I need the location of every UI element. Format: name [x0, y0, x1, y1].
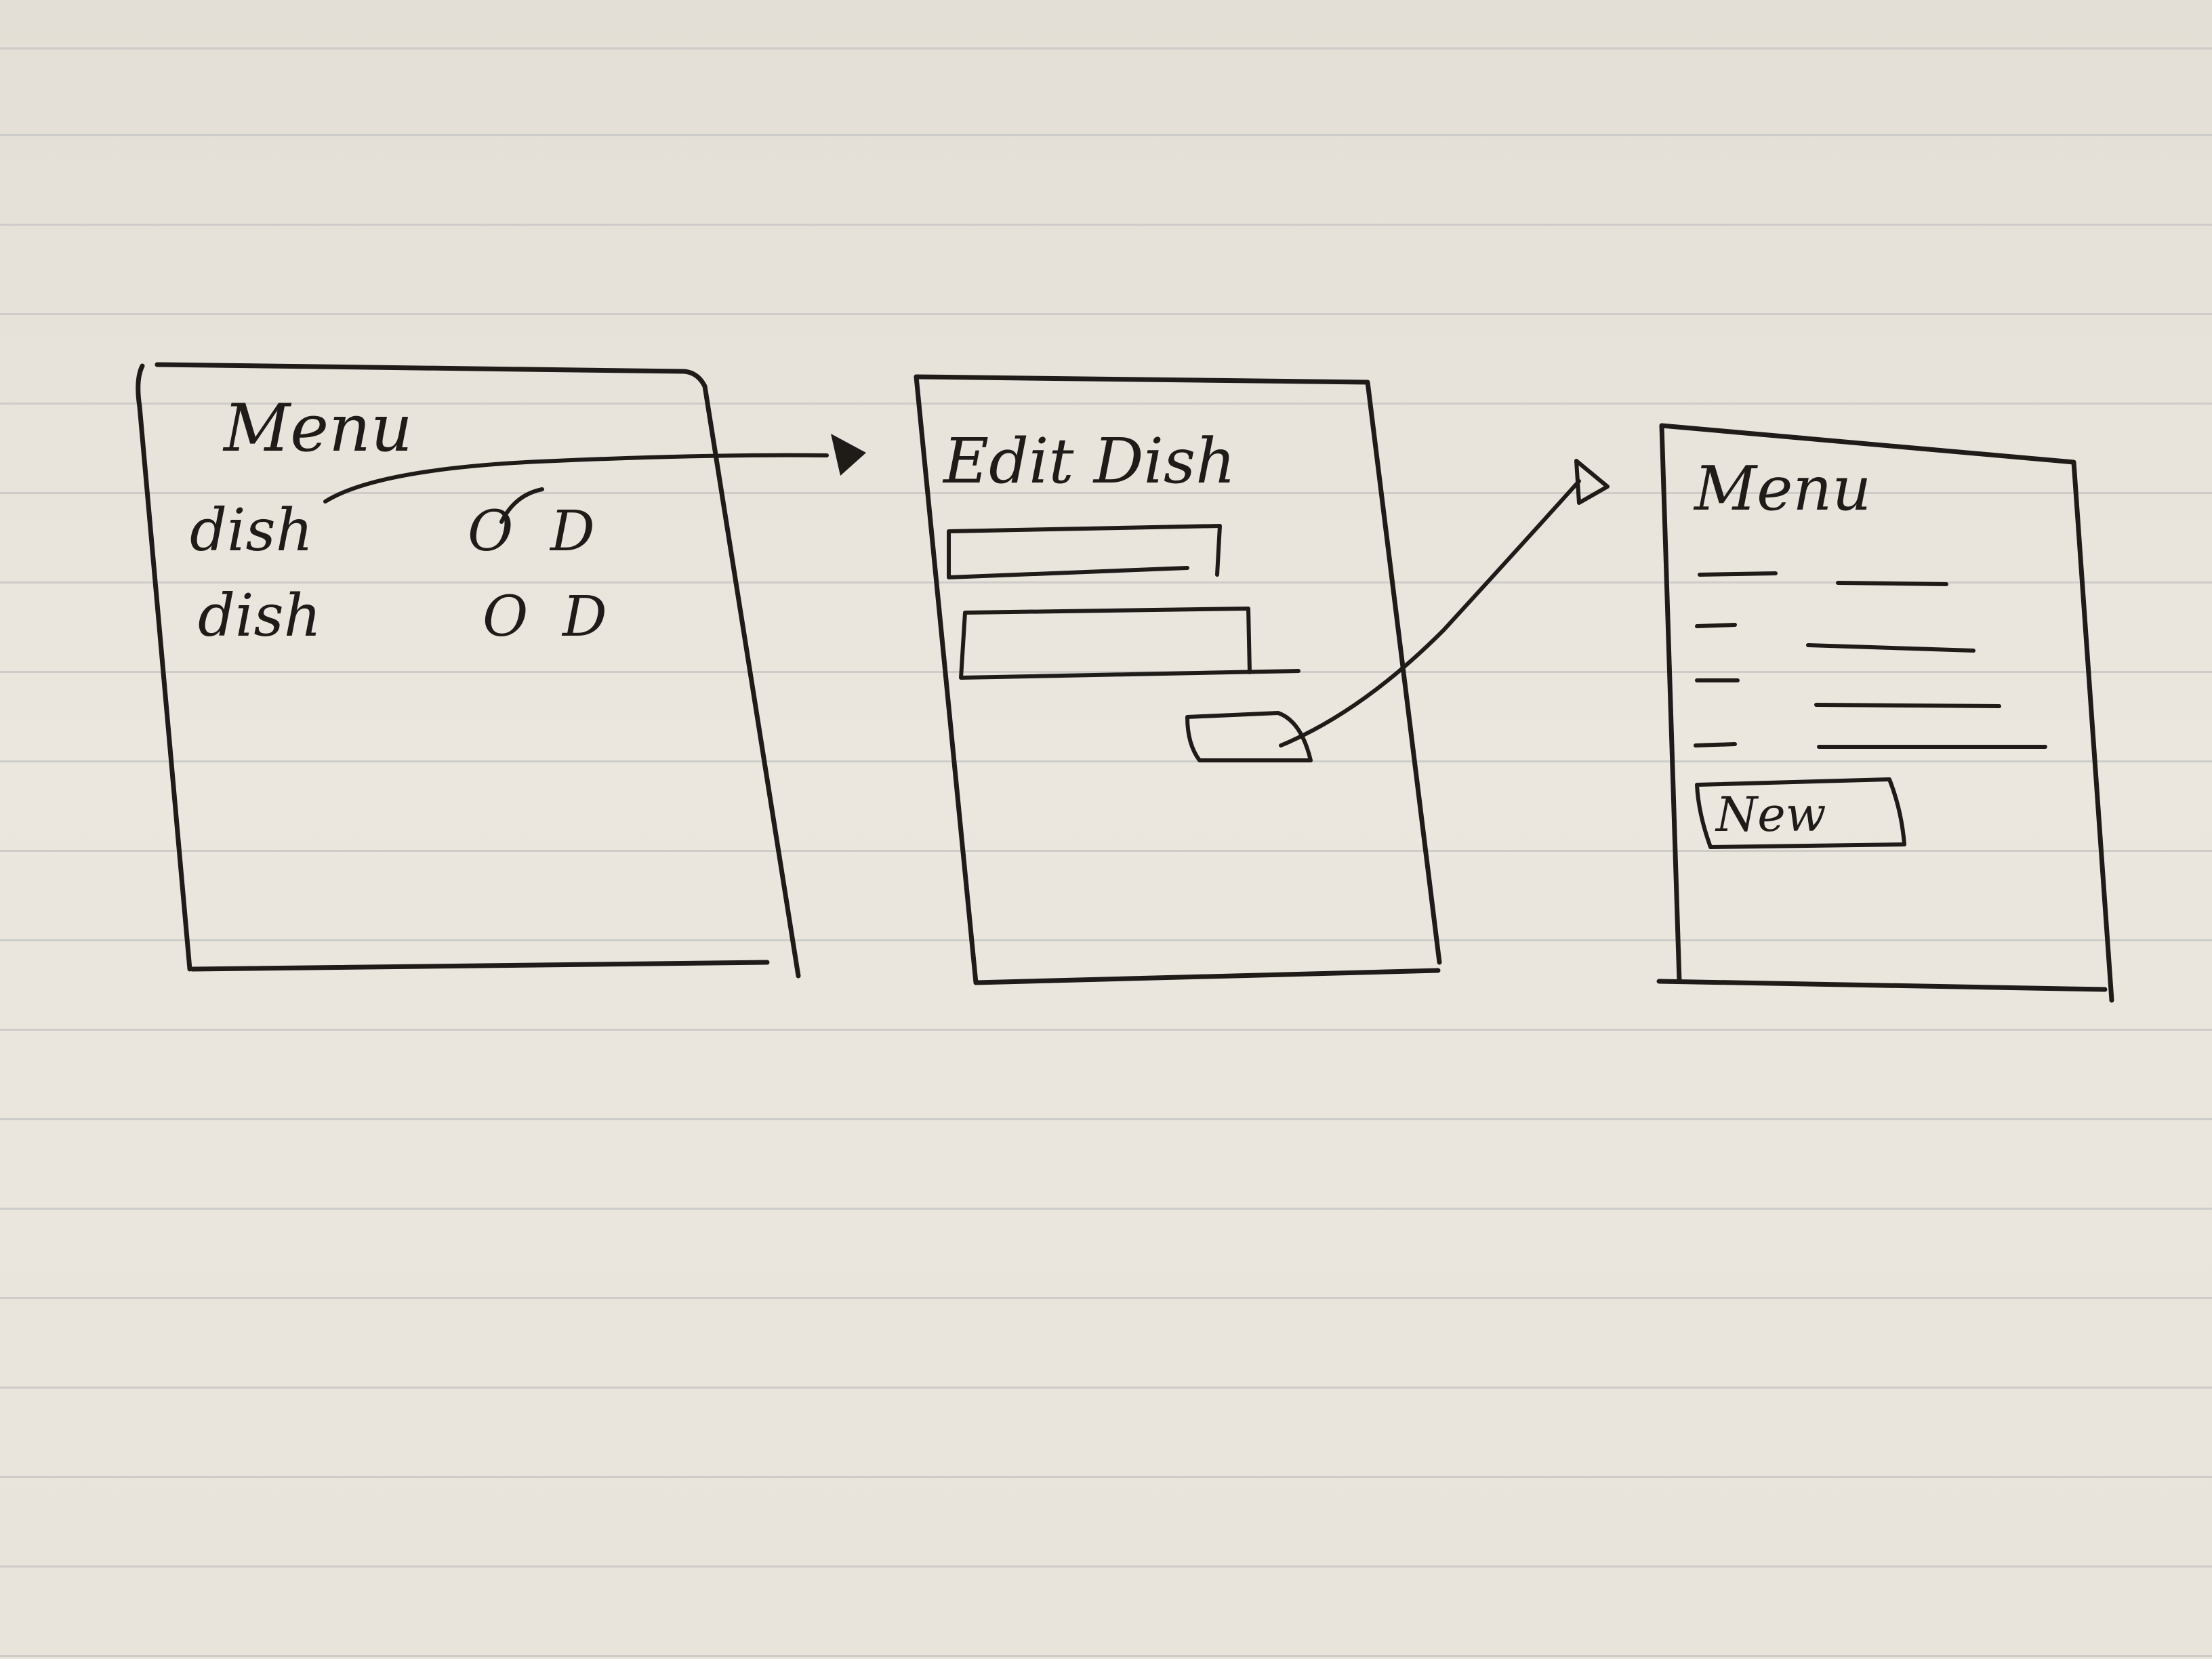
dish-row-label: dish	[190, 497, 313, 565]
list-row	[1698, 571, 1948, 586]
arrowhead-icon	[1574, 459, 1610, 505]
name-input-field[interactable]	[947, 524, 1222, 579]
delete-dish-button[interactable]: D	[561, 585, 607, 649]
screen-border-left	[1659, 423, 1682, 984]
description-input-field[interactable]	[959, 607, 1300, 680]
open-dish-button[interactable]: O	[468, 499, 513, 564]
dish-row-label: dish	[198, 582, 321, 650]
list-row	[1695, 678, 2001, 708]
delete-dish-button[interactable]: D	[549, 499, 595, 564]
screen-border-bottom	[1656, 979, 2108, 992]
screen-menu-new: Menu New	[1656, 423, 2114, 1003]
list-row	[1694, 742, 2047, 749]
wireframe-sketch: Menu dish O D dish O D Edit Dish Menu Ne…	[136, 362, 2114, 1003]
arrowhead-icon	[831, 434, 866, 476]
screen-edit-dish: Edit Dish	[914, 374, 1442, 985]
screen-title: Edit Dish	[942, 425, 1235, 497]
screen-title: Menu	[222, 390, 413, 466]
screen-border-bottom	[973, 968, 1441, 985]
new-button-label: New	[1715, 787, 1826, 842]
screen-title: Menu	[1693, 453, 1871, 525]
screen-border-left	[136, 363, 192, 972]
save-button[interactable]	[1185, 711, 1313, 762]
arrow-line	[1279, 479, 1581, 747]
open-dish-button[interactable]: O	[483, 585, 528, 649]
screen-border-bottom	[190, 960, 770, 972]
list-row	[1695, 623, 1975, 653]
flow-arrow-to-menu	[1279, 459, 1610, 747]
